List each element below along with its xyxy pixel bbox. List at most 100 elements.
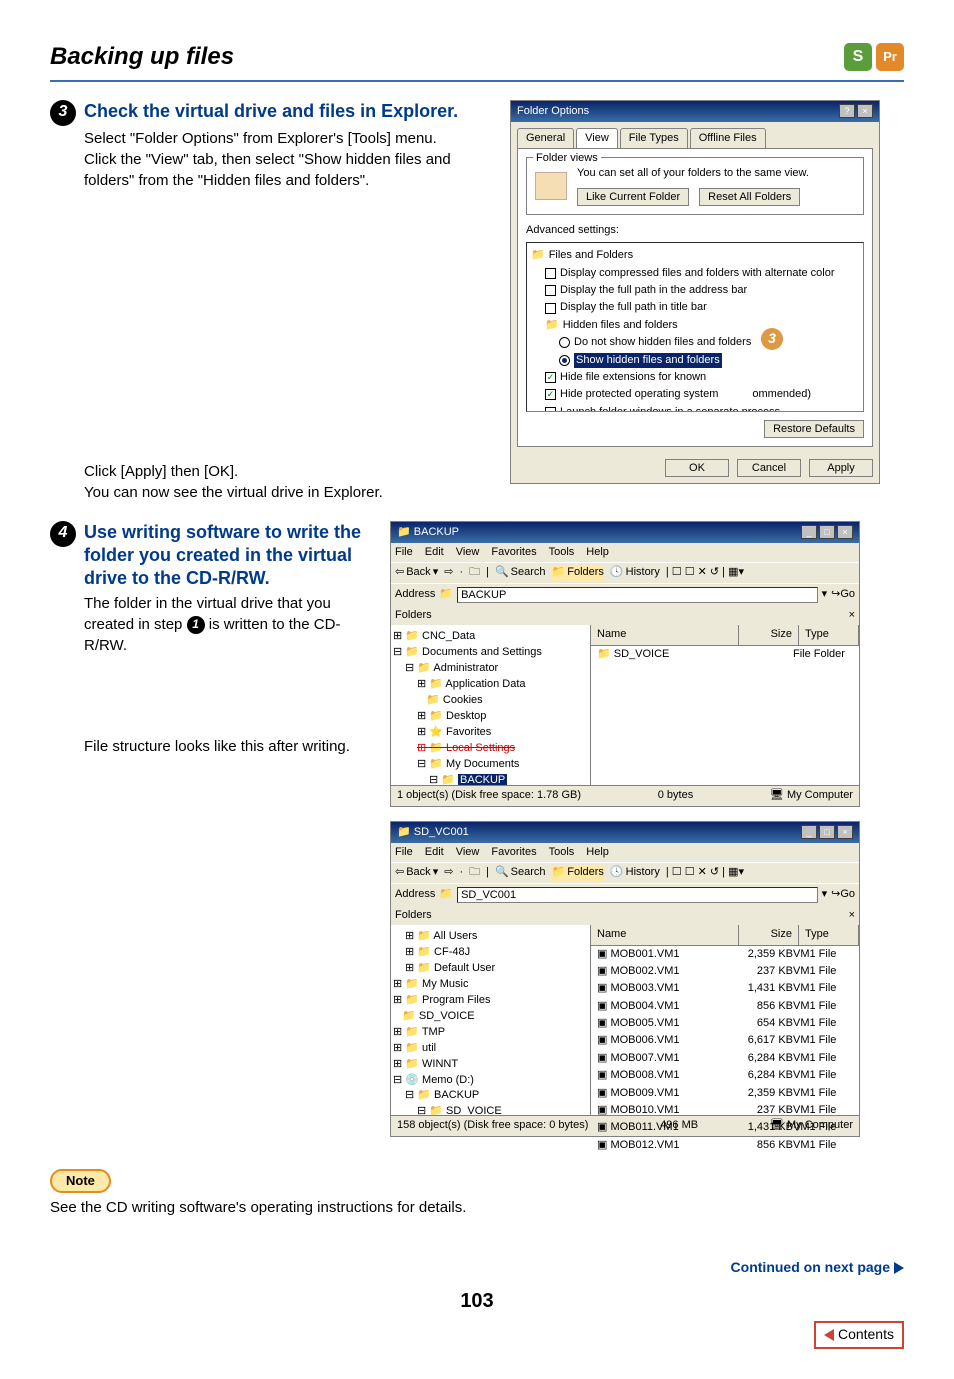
step-4-heading: Use writing software to write the folder… [84, 521, 370, 591]
minimize-button[interactable]: _ [801, 825, 817, 839]
step-3-body1: Select "Folder Options" from Explorer's … [84, 128, 490, 149]
help-button[interactable]: ? [839, 104, 855, 118]
menu-view[interactable]: View [456, 545, 480, 560]
opt-hide-ext[interactable]: Hide file extensions for known [560, 370, 706, 385]
back-button[interactable]: ⇦ Back ▾ [395, 565, 438, 580]
continued-label: Continued on next page [731, 1258, 904, 1278]
restore-defaults-button[interactable]: Restore Defaults [764, 420, 864, 438]
opt-show-hidden[interactable]: Show hidden files and folders [574, 353, 722, 368]
list-item[interactable]: ▣ MOB009.VM12,359 KBVM1 File [591, 1085, 859, 1102]
mode-pr-icon: Pr [876, 43, 904, 71]
tab-general[interactable]: General [517, 128, 574, 148]
opt-hidden-group: Hidden files and folders [563, 318, 678, 333]
explorer-sdvc001-window: 📁 SD_VC001 _ □ × File Edit View Favorite… [390, 821, 860, 1137]
maximize-button[interactable]: □ [819, 525, 835, 539]
maximize-button[interactable]: □ [819, 825, 835, 839]
opt-alt-color[interactable]: Display compressed files and folders wit… [560, 266, 835, 281]
list-item[interactable]: 📁 SD_VOICE File Folder [591, 646, 859, 663]
apply-button[interactable]: Apply [809, 459, 873, 477]
folder-options-dialog: Folder Options ? × General View File Typ… [510, 100, 880, 485]
minimize-button[interactable]: _ [801, 525, 817, 539]
address-label: Address [395, 587, 435, 602]
menu-edit[interactable]: Edit [425, 545, 444, 560]
opt-path-address[interactable]: Display the full path in the address bar [560, 283, 747, 298]
step-3-body3: Click [Apply] then [OK]. [84, 461, 490, 482]
address-input[interactable] [457, 887, 818, 903]
status-mid: 0 bytes [658, 788, 693, 803]
page-number: 103 [50, 1287, 904, 1315]
go-button[interactable]: ↪Go [831, 587, 855, 602]
opt-separate-process[interactable]: Launch folder windows in a separate proc… [560, 405, 780, 412]
step-3-body2: Click the "View" tab, then select "Show … [84, 149, 490, 191]
folder-views-text: You can set all of your folders to the s… [577, 166, 855, 181]
list-item[interactable]: ▣ MOB004.VM1856 KBVM1 File [591, 998, 859, 1015]
arrow-right-icon [894, 1262, 904, 1274]
step-4-body2: File structure looks like this after wri… [84, 736, 370, 757]
status-right: 🖥 My Computer [770, 788, 853, 803]
list-item[interactable]: ▣ MOB002.VM1237 KBVM1 File [591, 963, 859, 980]
list-item[interactable]: ▣ MOB007.VM16,284 KBVM1 File [591, 1050, 859, 1067]
list-item[interactable]: ▣ MOB005.VM1654 KBVM1 File [591, 1015, 859, 1032]
col-type[interactable]: Type [799, 625, 859, 644]
list-item[interactable]: ▣ MOB010.VM1237 KBVM1 File [591, 1102, 859, 1119]
col-name[interactable]: Name [591, 625, 739, 644]
list-item[interactable]: ▣ MOB003.VM11,431 KBVM1 File [591, 980, 859, 997]
menu-help[interactable]: Help [586, 545, 609, 560]
advanced-settings-list[interactable]: 📁Files and Folders Display compressed fi… [526, 242, 864, 412]
list-item[interactable]: ▣ MOB006.VM16,617 KBVM1 File [591, 1032, 859, 1049]
page-title: Backing up files [50, 40, 234, 74]
close-folders-pane[interactable]: × [849, 608, 855, 623]
list-item[interactable]: ▣ MOB012.VM1856 KBVM1 File [591, 1137, 859, 1154]
tab-filetypes[interactable]: File Types [620, 128, 688, 148]
step-3-body4: You can now see the virtual drive in Exp… [84, 482, 490, 503]
dialog-titlebar: Folder Options ? × [511, 101, 879, 122]
close-button[interactable]: × [837, 525, 853, 539]
folder-views-label: Folder views [533, 151, 601, 166]
menubar: File Edit View Favorites Tools Help [391, 543, 859, 562]
folders-button[interactable]: 📁Folders [552, 565, 604, 580]
dialog-tabs: General View File Types Offline Files [511, 122, 879, 148]
close-button[interactable]: × [837, 825, 853, 839]
list-item[interactable]: ▣ MOB001.VM12,359 KBVM1 File [591, 946, 859, 963]
opt-hide-protected[interactable]: Hide protected operating system [560, 387, 718, 402]
callout-3-icon: 3 [761, 328, 783, 350]
opt-path-title[interactable]: Display the full path in title bar [560, 300, 707, 315]
menu-file[interactable]: File [395, 545, 413, 560]
triangle-left-icon [824, 1329, 834, 1341]
folder-tree[interactable]: ⊞ 📁 All Users ⊞ 📁 CF-48J ⊞ 📁 Default Use… [391, 925, 591, 1115]
note-section: Note See the CD writing software's opera… [50, 1169, 904, 1218]
close-button[interactable]: × [857, 104, 873, 118]
folder-tree[interactable]: ⊞ 📁 CNC_Data ⊟ 📁 Documents and Settings … [391, 625, 591, 785]
dialog-title: Folder Options [517, 104, 589, 119]
like-current-folder-button[interactable]: Like Current Folder [577, 188, 689, 206]
page-header: Backing up files S Pr [50, 40, 904, 82]
search-button[interactable]: 🔍Search [495, 565, 546, 580]
reset-all-folders-button[interactable]: Reset All Folders [699, 188, 800, 206]
header-icons: S Pr [844, 43, 904, 71]
history-button[interactable]: 🕓History [610, 565, 660, 580]
step-4-badge: 4 [50, 521, 76, 547]
mode-s-icon: S [844, 43, 872, 71]
toolbar: ⇦ Back ▾ ⇨ ·🗀| 🔍Search 📁Folders 🕓History… [391, 562, 859, 582]
forward-button[interactable]: ⇨ [444, 565, 453, 580]
opt-donot-show[interactable]: Do not show hidden files and folders [574, 335, 751, 350]
tab-view[interactable]: View [576, 128, 618, 148]
list-item[interactable]: ▣ MOB008.VM16,284 KBVM1 File [591, 1067, 859, 1084]
address-input[interactable] [457, 587, 818, 603]
explorer-backup-window: 📁 BACKUP _ □ × File Edit View Favorites … [390, 521, 860, 807]
step-1-ref-icon: 1 [187, 616, 205, 634]
tab-offline[interactable]: Offline Files [690, 128, 766, 148]
menu-favorites[interactable]: Favorites [491, 545, 536, 560]
folders-pane-label: Folders [395, 608, 432, 623]
note-text: See the CD writing software's operating … [50, 1197, 904, 1218]
step-3-heading: Check the virtual drive and files in Exp… [84, 100, 458, 123]
col-size[interactable]: Size [739, 625, 799, 644]
contents-button[interactable]: Contents [814, 1321, 904, 1349]
note-badge: Note [50, 1169, 111, 1193]
advanced-settings-label: Advanced settings: [526, 223, 864, 238]
tree-root: Files and Folders [549, 248, 633, 263]
menu-tools[interactable]: Tools [549, 545, 575, 560]
ok-button[interactable]: OK [665, 459, 729, 477]
folder-icon [535, 172, 567, 200]
cancel-button[interactable]: Cancel [737, 459, 801, 477]
